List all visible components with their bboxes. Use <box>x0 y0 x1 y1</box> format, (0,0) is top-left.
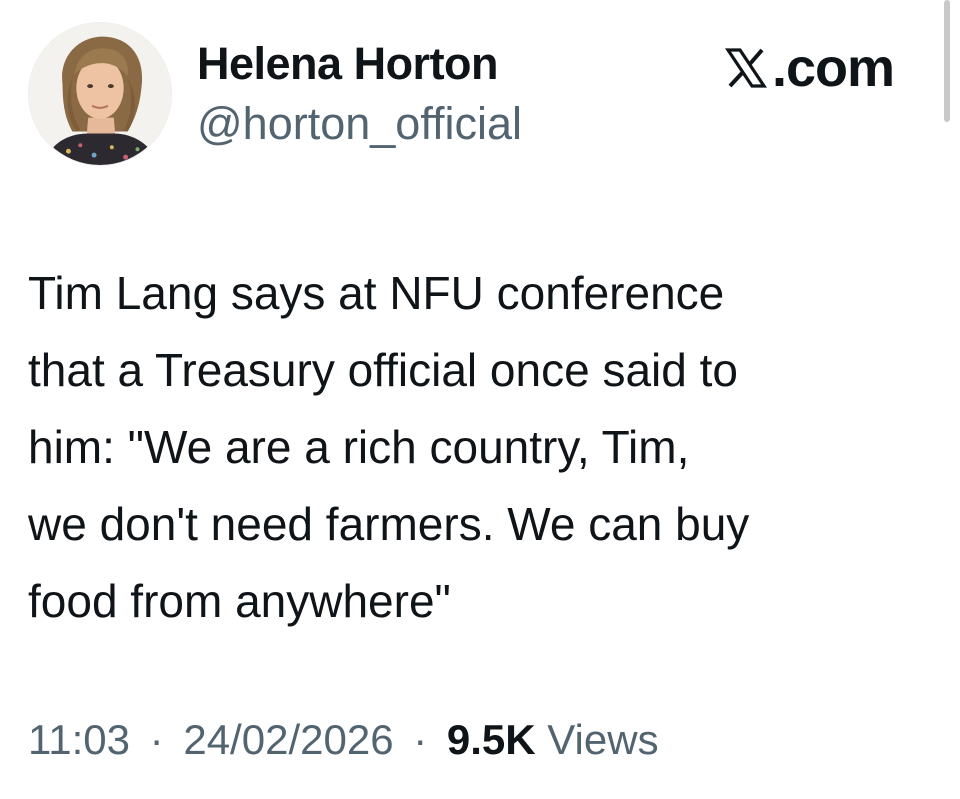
author-avatar[interactable] <box>28 22 172 166</box>
brand-domain-text: .com <box>772 38 895 98</box>
tweet-date[interactable]: 24/02/2026 <box>183 716 393 763</box>
author-handle[interactable]: @horton_official <box>197 96 522 152</box>
tweet-time[interactable]: 11:03 <box>28 716 130 763</box>
x-logo-icon <box>722 44 770 92</box>
meta-separator: · <box>413 716 428 763</box>
tweet-card: Helena Horton @horton_official .com Tim … <box>0 0 960 799</box>
meta-separator: · <box>149 716 164 763</box>
author-display-name[interactable]: Helena Horton <box>197 36 499 92</box>
views-count[interactable]: 9.5K <box>447 716 536 763</box>
views-label: Views <box>547 716 659 763</box>
tweet-meta: 11:03 · 24/02/2026 · 9.5K Views <box>28 712 659 768</box>
brand-label: .com <box>722 38 895 98</box>
tweet-text: Tim Lang says at NFU conference that a T… <box>28 267 750 627</box>
avatar-photo <box>29 23 171 165</box>
scrollbar[interactable] <box>944 0 950 122</box>
